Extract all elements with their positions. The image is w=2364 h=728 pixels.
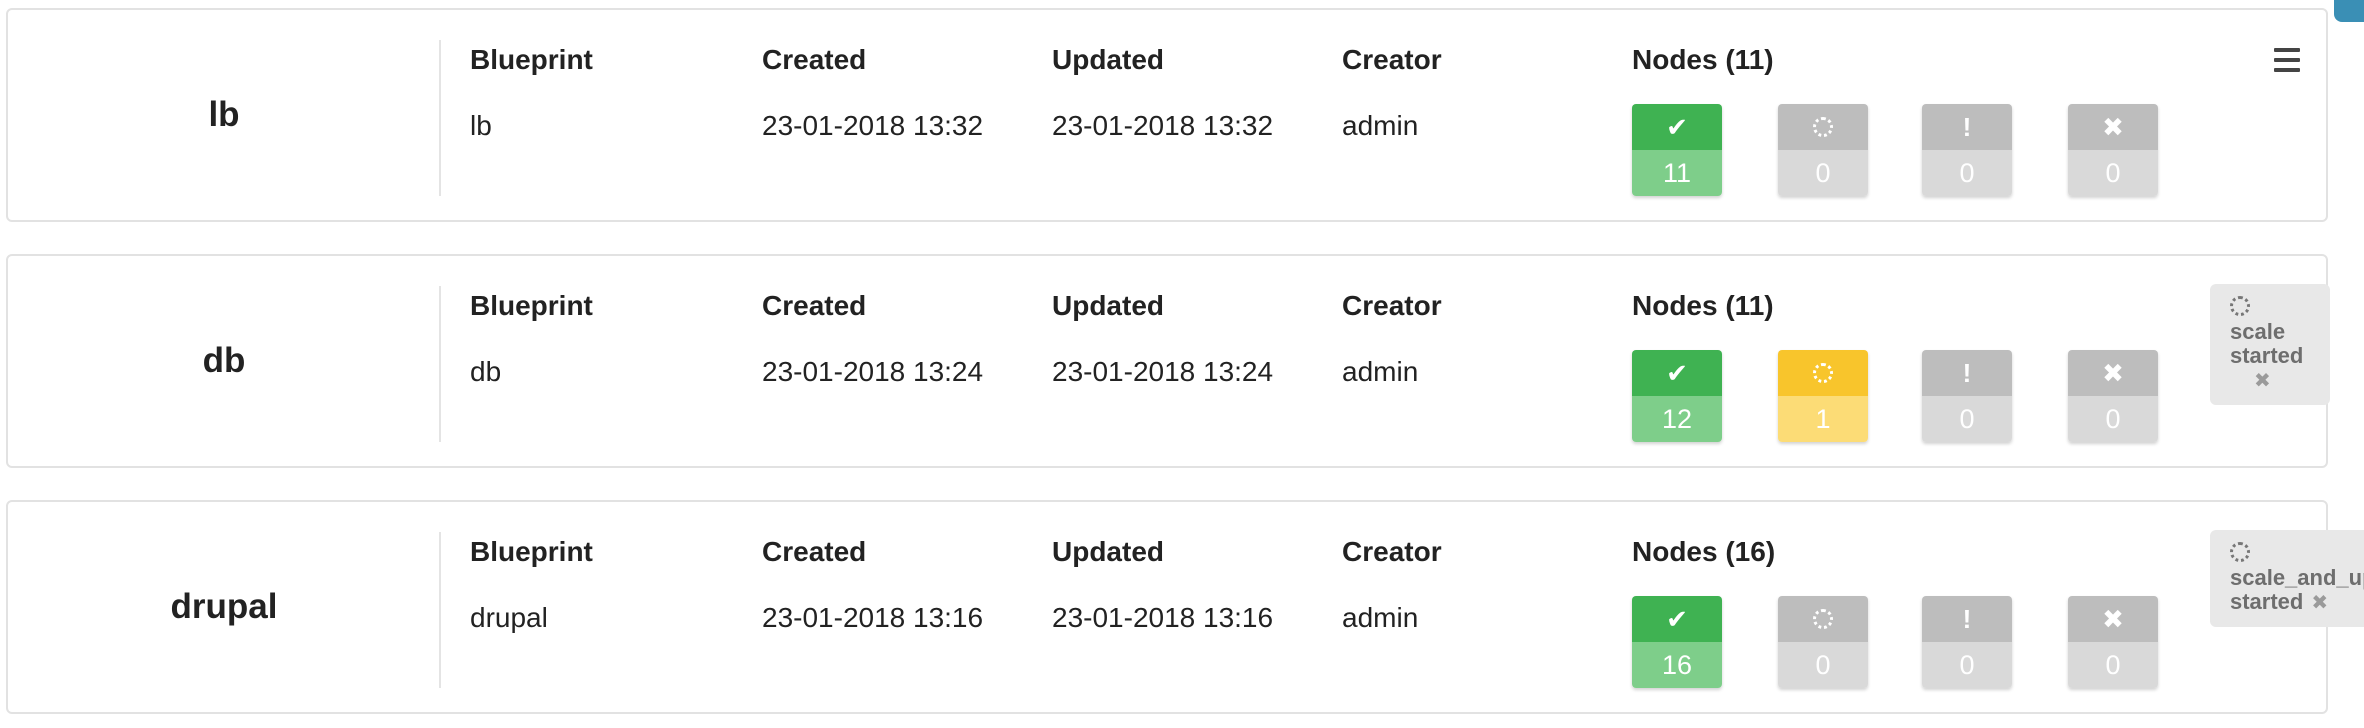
x-icon: ✖ — [2102, 111, 2124, 142]
close-icon[interactable]: ✖ — [2254, 370, 2271, 392]
divider — [439, 286, 441, 442]
divider — [439, 40, 441, 196]
x-icon: ✖ — [2102, 603, 2124, 634]
node-state-started: ✔ 11 — [1632, 104, 1722, 196]
nodes-header: Nodes (16) — [1632, 536, 1776, 567]
created-header: Created — [762, 536, 867, 567]
created-value: 23-01-2018 13:16 — [762, 602, 984, 633]
nodes-header: Nodes (11) — [1632, 290, 1774, 321]
node-count: 0 — [1778, 150, 1868, 196]
updated-value: 23-01-2018 13:16 — [1052, 602, 1274, 633]
creator-header: Creator — [1342, 290, 1442, 321]
node-state-in-progress: 0 — [1778, 104, 1868, 196]
updated-header: Updated — [1052, 290, 1164, 321]
node-count: 12 — [1632, 396, 1722, 442]
check-icon: ✔ — [1666, 603, 1688, 634]
node-state-warning: ! 0 — [1922, 104, 2012, 196]
blueprint-value: db — [470, 356, 502, 387]
creator-header: Creator — [1342, 536, 1442, 567]
deployment-name[interactable]: db — [8, 256, 440, 466]
execution-workflow: scale_and_up — [2230, 565, 2364, 590]
created-header: Created — [762, 290, 867, 321]
execution-status-badge[interactable]: scale_and_up started ✖ — [2210, 530, 2364, 627]
execution-status-badge[interactable]: scale started ✖ — [2210, 284, 2330, 405]
node-state-in-progress: 0 — [1778, 596, 1868, 688]
check-icon: ✔ — [1666, 111, 1688, 142]
x-icon: ✖ — [2102, 357, 2124, 388]
created-header: Created — [762, 44, 867, 75]
deployment-name[interactable]: drupal — [8, 502, 440, 712]
corner-tab[interactable] — [2334, 0, 2364, 22]
spinner-icon — [1813, 117, 1833, 137]
node-state-error: ✖ 0 — [2068, 104, 2158, 196]
updated-header: Updated — [1052, 536, 1164, 567]
blueprint-value: lb — [470, 110, 492, 141]
updated-value: 23-01-2018 13:32 — [1052, 110, 1274, 141]
node-state-error: ✖ 0 — [2068, 596, 2158, 688]
spinner-icon — [1813, 609, 1833, 629]
deployment-card-lb[interactable]: lb Blueprint lb Created 23-01-2018 13:32… — [6, 8, 2328, 222]
node-state-in-progress: 1 — [1778, 350, 1868, 442]
node-state-error: ✖ 0 — [2068, 350, 2158, 442]
node-count: 0 — [1922, 642, 2012, 688]
close-icon[interactable]: ✖ — [2311, 592, 2328, 614]
execution-status: started — [2230, 343, 2304, 368]
deployment-card-drupal[interactable]: drupal Blueprint drupal Created 23-01-20… — [6, 500, 2328, 714]
created-value: 23-01-2018 13:24 — [762, 356, 984, 387]
node-count: 1 — [1778, 396, 1868, 442]
exclamation-icon: ! — [1962, 111, 1972, 142]
node-state-warning: ! 0 — [1922, 350, 2012, 442]
node-count: 0 — [2068, 150, 2158, 196]
divider — [439, 532, 441, 688]
exclamation-icon: ! — [1962, 357, 1972, 388]
creator-value: admin — [1342, 602, 1419, 633]
blueprint-header: Blueprint — [470, 290, 593, 321]
check-icon: ✔ — [1666, 357, 1688, 388]
deployment-name[interactable]: lb — [8, 10, 440, 220]
node-count: 11 — [1632, 150, 1722, 196]
execution-status: started — [2230, 589, 2304, 614]
updated-header: Updated — [1052, 44, 1164, 75]
node-count: 16 — [1632, 642, 1722, 688]
spinner-icon — [1813, 363, 1833, 383]
menu-icon[interactable] — [2274, 48, 2300, 72]
creator-value: admin — [1342, 110, 1419, 141]
node-count: 0 — [1778, 642, 1868, 688]
blueprint-header: Blueprint — [470, 44, 593, 75]
creator-header: Creator — [1342, 44, 1442, 75]
node-count: 0 — [2068, 642, 2158, 688]
node-state-started: ✔ 16 — [1632, 596, 1722, 688]
node-count: 0 — [2068, 396, 2158, 442]
node-count: 0 — [1922, 150, 2012, 196]
blueprint-value: drupal — [470, 602, 548, 633]
spinner-icon — [2230, 296, 2250, 316]
created-value: 23-01-2018 13:32 — [762, 110, 984, 141]
nodes-header: Nodes (11) — [1632, 44, 1774, 75]
node-count: 0 — [1922, 396, 2012, 442]
node-state-started: ✔ 12 — [1632, 350, 1722, 442]
creator-value: admin — [1342, 356, 1419, 387]
deployment-card-db[interactable]: db Blueprint db Created 23-01-2018 13:24… — [6, 254, 2328, 468]
exclamation-icon: ! — [1962, 603, 1972, 634]
spinner-icon — [2230, 542, 2250, 562]
updated-value: 23-01-2018 13:24 — [1052, 356, 1274, 387]
blueprint-header: Blueprint — [470, 536, 593, 567]
node-state-warning: ! 0 — [1922, 596, 2012, 688]
execution-workflow: scale — [2230, 319, 2286, 344]
